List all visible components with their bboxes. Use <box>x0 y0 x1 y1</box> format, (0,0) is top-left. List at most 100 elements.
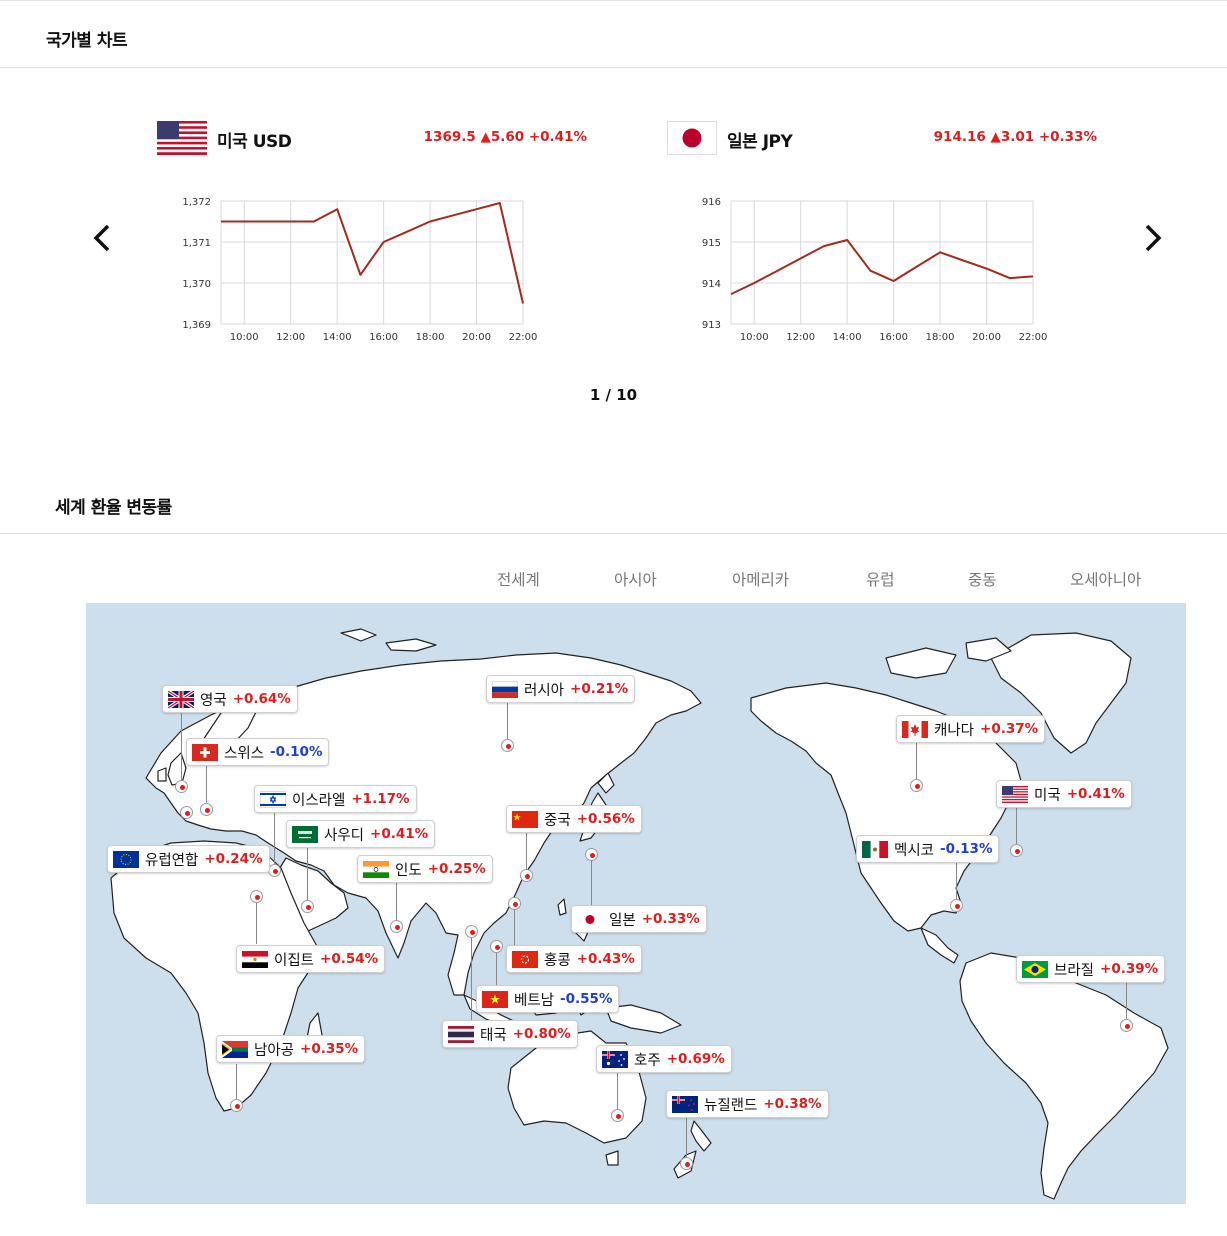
marker-eg[interactable]: 이집트 +0.54% <box>236 945 386 973</box>
jp-flag-icon <box>577 910 603 928</box>
y-tick-label: 915 <box>702 238 721 249</box>
card-quote: 914.16 ▲3.01 +0.33% <box>933 129 1097 145</box>
marker-leader <box>274 812 275 872</box>
tab-world[interactable]: 전세계 <box>497 568 540 590</box>
marker-change: +0.80% <box>512 1026 571 1042</box>
tab-americas[interactable]: 아메리카 <box>732 568 789 590</box>
marker-dot-br[interactable] <box>1120 1019 1133 1032</box>
marker-za[interactable]: 남아공 +0.35% <box>216 1035 366 1063</box>
tab-europe[interactable]: 유럽 <box>866 568 895 590</box>
marker-dot-ca[interactable] <box>910 779 923 792</box>
marker-th[interactable]: 태국 +0.80% <box>442 1020 578 1048</box>
marker-cn[interactable]: 중국 +0.56% <box>506 805 642 833</box>
tab-oceania[interactable]: 오세아니아 <box>1070 568 1141 590</box>
marker-change: +1.17% <box>351 791 410 807</box>
x-tick-label: 20:00 <box>972 332 1001 343</box>
x-tick-label: 20:00 <box>462 332 491 343</box>
marker-mx[interactable]: 멕시코 -0.13% <box>856 835 1000 863</box>
ca-flag-icon <box>902 720 928 738</box>
marker-leader <box>956 863 957 903</box>
marker-hk[interactable]: 홍콩 +0.43% <box>506 945 642 973</box>
x-tick-label: 22:00 <box>1019 332 1048 343</box>
marker-name: 브라질 <box>1054 962 1095 979</box>
us-flag-icon <box>157 121 207 155</box>
nz-flag-icon <box>672 1095 698 1113</box>
marker-leader <box>496 948 497 986</box>
marker-leader <box>396 883 397 925</box>
jp-flag-icon <box>667 121 717 155</box>
marker-in[interactable]: 인도 +0.25% <box>357 855 493 883</box>
marker-il[interactable]: 이스라엘 +1.17% <box>254 785 417 813</box>
marker-dot-jp[interactable] <box>585 848 598 861</box>
chart-card-jpy[interactable]: 일본 JPY 914.16 ▲3.01 +0.33% 913 914 915 916 1… <box>667 121 1107 371</box>
marker-change: -0.55% <box>560 991 613 1007</box>
marker-dot-il[interactable] <box>268 864 281 877</box>
marker-name: 호주 <box>634 1052 661 1069</box>
next-arrow-button[interactable] <box>1137 218 1167 258</box>
marker-change: +0.39% <box>1100 961 1159 977</box>
marker-leader <box>617 1073 618 1113</box>
marker-name: 멕시코 <box>894 842 935 859</box>
section-title-country-chart: 국가별 차트 <box>46 31 128 51</box>
tab-asia[interactable]: 아시아 <box>614 568 657 590</box>
marker-change: +0.33% <box>641 911 700 927</box>
il-flag-icon <box>260 790 286 808</box>
marker-ca[interactable]: 캐나다 +0.37% <box>896 715 1046 743</box>
chart-card-usd[interactable]: 미국 USD 1369.5 ▲5.60 +0.41% 1,369 1,370 1,3… <box>157 121 597 371</box>
line-chart-usd: 1,369 1,370 1,371 1,372 10:00 12:00 14:00 16:00… <box>182 197 537 343</box>
y-tick-label: 1,372 <box>182 197 211 208</box>
marker-change: +0.54% <box>320 951 379 967</box>
x-tick-label: 12:00 <box>276 332 305 343</box>
marker-dot-eg[interactable] <box>250 890 263 903</box>
marker-dot-au[interactable] <box>611 1109 624 1122</box>
marker-au[interactable]: 호주 +0.69% <box>596 1045 732 1073</box>
y-tick-label: 1,371 <box>182 238 211 249</box>
marker-name: 영국 <box>200 692 227 709</box>
marker-change: +0.21% <box>570 681 629 697</box>
marker-change: +0.69% <box>666 1051 725 1067</box>
x-tick-label: 12:00 <box>786 332 815 343</box>
marker-ru[interactable]: 러시아 +0.21% <box>486 675 636 703</box>
marker-uk[interactable]: 영국 +0.64% <box>162 685 298 713</box>
marker-vn[interactable]: 베트남 -0.55% <box>476 985 620 1013</box>
au-flag-icon <box>602 1050 628 1068</box>
marker-dot-in[interactable] <box>390 920 403 933</box>
marker-nz[interactable]: 뉴질랜드 +0.38% <box>666 1090 829 1118</box>
marker-dot-eu[interactable] <box>180 806 193 819</box>
marker-br[interactable]: 브라질 +0.39% <box>1016 955 1166 983</box>
marker-dot-vn[interactable] <box>490 940 503 953</box>
marker-dot-uk[interactable] <box>175 780 188 793</box>
marker-eu[interactable]: 유럽연합 +0.24% <box>107 845 270 873</box>
marker-leader <box>1126 983 1127 1023</box>
eu-flag-icon <box>113 850 139 868</box>
marker-jp[interactable]: 일본 +0.33% <box>571 905 707 933</box>
mx-flag-icon <box>862 840 888 858</box>
marker-name: 러시아 <box>524 682 565 699</box>
marker-change: +0.43% <box>576 951 635 967</box>
x-tick-label: 18:00 <box>926 332 955 343</box>
marker-dot-ch[interactable] <box>200 803 213 816</box>
tab-middle-east[interactable]: 중동 <box>968 568 997 590</box>
marker-dot-th[interactable] <box>465 925 478 938</box>
marker-dot-hk[interactable] <box>508 897 521 910</box>
marker-change: +0.41% <box>370 826 429 842</box>
marker-name: 유럽연합 <box>145 852 199 869</box>
marker-name: 스위스 <box>224 745 265 762</box>
marker-dot-za[interactable] <box>230 1099 243 1112</box>
marker-dot-nz[interactable] <box>680 1157 693 1170</box>
eg-flag-icon <box>242 950 268 968</box>
marker-name: 인도 <box>395 862 422 879</box>
marker-us[interactable]: 미국 +0.41% <box>996 780 1132 808</box>
marker-dot-sa[interactable] <box>301 900 314 913</box>
marker-leader <box>471 930 472 1020</box>
marker-dot-cn[interactable] <box>520 869 533 882</box>
marker-sa[interactable]: 사우디 +0.41% <box>286 820 436 848</box>
marker-dot-mx[interactable] <box>950 899 963 912</box>
marker-name: 홍콩 <box>544 952 571 969</box>
marker-dot-us[interactable] <box>1010 844 1023 857</box>
marker-ch[interactable]: 스위스 -0.10% <box>186 738 330 766</box>
marker-name: 미국 <box>1034 787 1061 804</box>
marker-dot-ru[interactable] <box>501 739 514 752</box>
marker-change: +0.38% <box>763 1096 822 1112</box>
prev-arrow-button[interactable] <box>88 218 118 258</box>
